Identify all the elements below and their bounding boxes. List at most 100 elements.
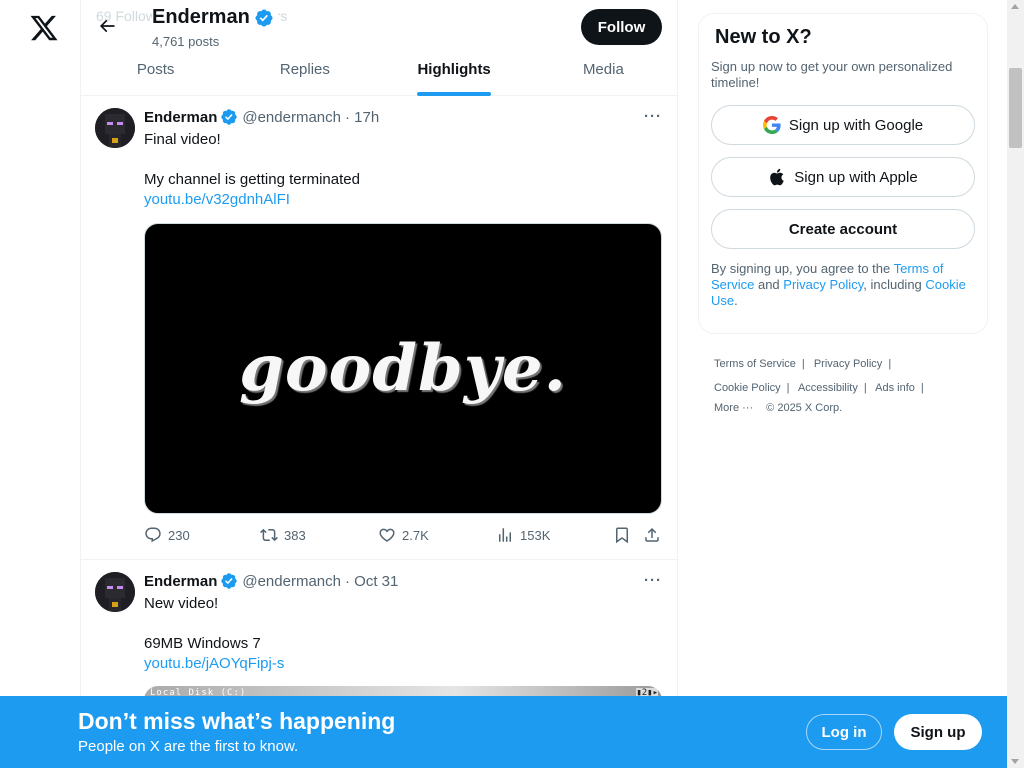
tab-highlights[interactable]: Highlights <box>380 48 529 96</box>
tab-label: Posts <box>136 60 175 78</box>
tweet-actions: 230 383 2.7K 153K <box>144 526 664 548</box>
login-button[interactable]: Log in <box>806 714 882 750</box>
tweet-line: My channel is getting terminated <box>144 171 360 188</box>
tweet-link[interactable]: youtu.be/jAOYqFipj-s <box>144 654 664 674</box>
view-count: 153K <box>520 527 551 543</box>
create-account-button[interactable]: Create account <box>711 209 975 249</box>
more-options-button[interactable]: ··· <box>644 572 662 589</box>
tweet[interactable]: Enderman @endermanch · 17h ··· Final vid… <box>81 96 677 560</box>
tweet-line: 69MB Windows 7 <box>144 635 261 652</box>
footer-privacy-link[interactable]: Privacy Policy <box>814 358 882 370</box>
share-button[interactable] <box>643 526 661 544</box>
footer-ads-link[interactable]: Ads info <box>875 382 915 394</box>
create-account-label: Create account <box>788 220 898 238</box>
verified-badge-icon <box>221 573 238 589</box>
footer-more-link[interactable]: More ··· <box>714 402 753 414</box>
verified-badge-icon <box>255 8 273 27</box>
enderman-avatar-icon <box>95 108 135 148</box>
legal-and: and <box>754 277 784 292</box>
tweet-line <box>144 614 664 634</box>
bookmark-button[interactable] <box>613 526 631 544</box>
follow-button[interactable]: Follow <box>581 9 662 45</box>
profile-name: Enderman <box>152 6 250 28</box>
bookmark-icon <box>616 527 628 544</box>
tweet-feed: Enderman @endermanch · 17h ··· Final vid… <box>81 96 677 768</box>
profile-name-row: Enderman <box>152 6 278 29</box>
media-caption-text: goodbye. <box>239 331 567 406</box>
like-button[interactable]: 2.7K <box>378 526 429 544</box>
tweet-header: Enderman @endermanch · 17h <box>144 108 379 126</box>
tweet-time[interactable]: · Oct 31 <box>345 573 398 590</box>
arrow-left-icon <box>99 19 115 33</box>
legal-including: , including <box>863 277 926 292</box>
back-button[interactable] <box>93 12 121 40</box>
author-name[interactable]: Enderman <box>144 109 217 126</box>
tweet-link[interactable]: youtu.be/v32gdnhAlFI <box>144 190 664 210</box>
tweet-line: Final video! <box>144 131 221 148</box>
heart-icon <box>379 528 395 542</box>
signup-legal-text: By signing up, you agree to the Terms of… <box>711 261 975 309</box>
scroll-down-arrow-icon[interactable] <box>1011 759 1019 764</box>
footer-accessibility-link[interactable]: Accessibility <box>798 382 858 394</box>
footer-cookie-link[interactable]: Cookie Policy <box>714 382 781 394</box>
avatar[interactable] <box>95 108 135 148</box>
signup-google-button[interactable]: Sign up with Google <box>711 105 975 145</box>
repost-count: 383 <box>284 527 306 543</box>
signup-banner: Don’t miss what’s happening People on X … <box>0 696 1007 768</box>
tweet-line: New video! <box>144 595 219 612</box>
scroll-thumb[interactable] <box>1009 68 1022 148</box>
main-column: 69 Following · 44.3K Followers Enderman … <box>80 0 678 768</box>
repost-button[interactable]: 383 <box>260 526 306 544</box>
reply-button[interactable]: 230 <box>144 526 190 544</box>
tab-label: Media <box>582 60 624 78</box>
post-count: 4,761 posts <box>152 34 220 49</box>
tab-label: Replies <box>279 60 330 78</box>
author-handle[interactable]: @endermanch <box>242 573 341 590</box>
privacy-link[interactable]: Privacy Policy <box>783 277 863 292</box>
enderman-avatar-icon <box>95 572 135 612</box>
scroll-up-arrow-icon[interactable] <box>1011 4 1019 9</box>
apple-icon <box>770 168 784 186</box>
left-nav <box>0 0 80 768</box>
page-scrollbar[interactable] <box>1007 0 1024 768</box>
tweet-line <box>144 150 664 170</box>
signup-apple-button[interactable]: Sign up with Apple <box>711 157 975 197</box>
x-logo-icon[interactable] <box>29 13 59 43</box>
profile-header: 69 Following · 44.3K Followers Enderman … <box>81 0 677 96</box>
tab-media[interactable]: Media <box>529 48 677 96</box>
signup-card: New to X? Sign up now to get your own pe… <box>698 13 988 334</box>
signup-button[interactable]: Sign up <box>894 714 982 750</box>
verified-badge-icon <box>221 109 238 125</box>
banner-title: Don’t miss what’s happening <box>78 708 396 734</box>
tab-replies[interactable]: Replies <box>230 48 379 96</box>
avatar[interactable] <box>95 572 135 612</box>
like-count: 2.7K <box>402 527 429 543</box>
legal-end: . <box>734 293 738 308</box>
footer-terms-link[interactable]: Terms of Service <box>714 358 796 370</box>
tab-label: Highlights <box>417 60 491 78</box>
footer-copyright: © 2025 X Corp. <box>766 402 843 414</box>
tweet-text: Final video! My channel is getting termi… <box>144 130 664 210</box>
views-button[interactable]: 153K <box>496 526 550 544</box>
profile-tabs: Posts Replies Highlights Media <box>81 48 677 96</box>
active-tab-indicator <box>417 92 492 96</box>
reply-icon <box>145 527 161 543</box>
tweet-header: Enderman @endermanch · Oct 31 <box>144 572 398 590</box>
banner-subtitle: People on X are the first to know. <box>78 738 299 755</box>
right-sidebar: New to X? Sign up now to get your own pe… <box>698 13 988 416</box>
share-icon <box>645 527 659 542</box>
signup-card-title: New to X? <box>715 26 812 48</box>
signup-google-label: Sign up with Google <box>788 116 924 134</box>
tweet-media-video[interactable]: goodbye. <box>144 223 662 514</box>
tab-posts[interactable]: Posts <box>81 48 230 96</box>
google-icon <box>762 116 781 134</box>
footer-links: Terms of Service | Privacy Policy | Cookie… <box>714 358 924 414</box>
repost-icon <box>260 528 278 542</box>
more-options-button[interactable]: ··· <box>644 108 662 125</box>
author-name[interactable]: Enderman <box>144 573 217 590</box>
author-handle[interactable]: @endermanch <box>242 109 341 126</box>
analytics-icon <box>499 528 511 542</box>
signup-card-subtitle: Sign up now to get your own personalized… <box>711 59 953 90</box>
tweet-time[interactable]: · 17h <box>345 109 379 126</box>
legal-prefix: By signing up, you agree to the <box>711 261 894 276</box>
